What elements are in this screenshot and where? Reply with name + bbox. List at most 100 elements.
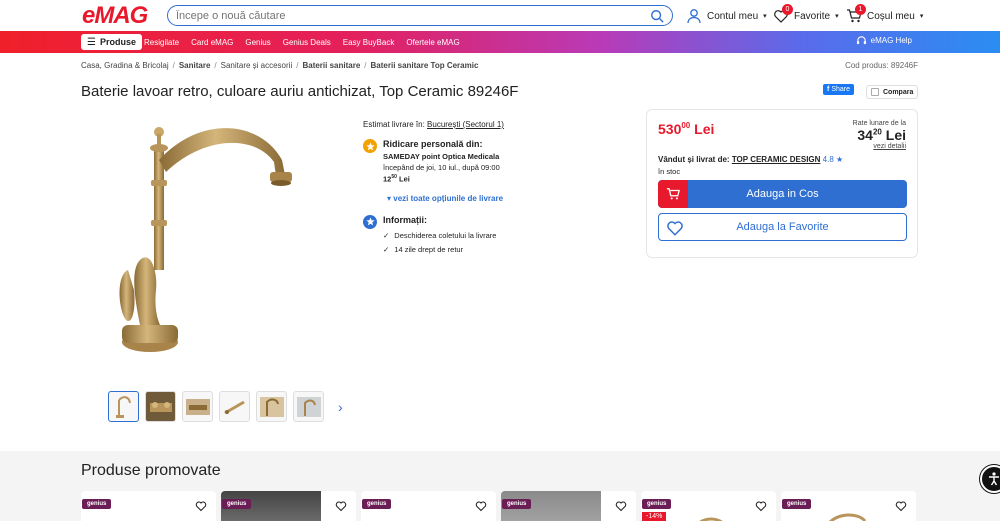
produse-menu-button[interactable]: ☰ Produse: [81, 34, 142, 50]
search-input[interactable]: [176, 9, 650, 22]
faucet-thumbnail-icon: [259, 396, 284, 417]
promoted-card[interactable]: genius: [501, 491, 636, 521]
faucet-thumbnail-icon: [296, 396, 321, 417]
delivery-options-label: vezi toate opțiunile de livrare: [393, 193, 504, 203]
category-navbar: ☰ Produse Resigilate Card eMAG Genius Ge…: [0, 31, 1000, 53]
cart-menu[interactable]: 1 Coșul meu ▾: [846, 4, 924, 24]
account-menu[interactable]: Contul meu ▾: [686, 8, 767, 24]
rate-value: 3420 Lei: [853, 127, 906, 143]
breadcrumb-separator: /: [172, 61, 175, 70]
breadcrumb-item[interactable]: Casa, Gradina & Bricolaj: [81, 61, 169, 70]
star-info-icon: [363, 214, 377, 229]
help-label: eMAG Help: [870, 36, 912, 45]
heart-icon[interactable]: [195, 500, 207, 512]
help-link[interactable]: eMAG Help: [856, 35, 912, 46]
product-main-image[interactable]: [110, 120, 320, 370]
favorites-icon-wrap: 0: [773, 4, 793, 24]
nav-link-genius-deals[interactable]: Genius Deals: [283, 38, 331, 47]
delivery-location-link[interactable]: București (Sectorul 1): [427, 120, 504, 129]
stock-status: în stoc: [658, 167, 681, 176]
rate-label: Rate lunare de la: [852, 120, 906, 127]
breadcrumb-item[interactable]: Sanitare și accesorii: [221, 61, 293, 70]
promoted-card[interactable]: genius: [221, 491, 356, 521]
promoted-card[interactable]: genius: [81, 491, 216, 521]
favorites-menu[interactable]: 0 Favorite ▾: [773, 4, 839, 24]
rate-details-link[interactable]: vezi detalii: [853, 143, 906, 150]
chevron-down-icon: ▾: [835, 13, 839, 20]
emag-logo[interactable]: eMAG: [82, 2, 148, 29]
add-to-cart-label: Adauga in Cos: [746, 188, 819, 200]
nav-link-easy-buyback[interactable]: Easy BuyBack: [343, 38, 395, 47]
nav-link-resigilate[interactable]: Resigilate: [144, 38, 179, 47]
hamburger-icon: ☰: [87, 36, 96, 48]
delivery-options-link[interactable]: ▾ vezi toate opțiunile de livrare: [387, 194, 623, 203]
compare-label: Compara: [883, 88, 914, 96]
search-bar[interactable]: [167, 5, 673, 26]
price-decimals: 00: [681, 121, 691, 130]
info-item-text: 14 zile drept de retur: [394, 244, 464, 254]
thumbnail[interactable]: [108, 391, 139, 422]
faucet-thumbnail-icon: [185, 398, 210, 415]
info-block: Informații: ✓ Deschiderea coletului la l…: [363, 214, 623, 259]
search-icon[interactable]: [650, 9, 664, 23]
promoted-card[interactable]: genius: [361, 491, 496, 521]
headset-icon: [856, 36, 866, 45]
genius-badge: genius: [782, 499, 812, 509]
price-box: 53000 Lei Rate lunare de la 3420 Lei vez…: [646, 109, 918, 258]
add-to-cart-button[interactable]: Adauga in Cos: [658, 180, 907, 208]
pickup-price-dec: 50: [391, 174, 397, 180]
cart-badge: 1: [855, 4, 866, 15]
user-icon: [687, 9, 701, 24]
image-thumbnails: ›: [108, 391, 343, 422]
price-main: 530: [658, 121, 682, 137]
thumbnail[interactable]: [293, 391, 324, 422]
add-to-favorites-label: Adauga la Favorite: [736, 221, 829, 233]
breadcrumb-item[interactable]: Baterii sanitare: [302, 61, 360, 70]
promoted-card[interactable]: genius -14%: [641, 491, 776, 521]
thumbnail[interactable]: [256, 391, 287, 422]
seller-name-link[interactable]: TOP CERAMIC DESIGN: [732, 155, 821, 164]
genius-badge: genius: [222, 499, 252, 509]
breadcrumb: Casa, Gradina & Bricolaj / Sanitare / Sani…: [81, 61, 478, 70]
thumbnail[interactable]: [182, 391, 213, 422]
cart-icon: [658, 180, 688, 208]
accessibility-icon[interactable]: [980, 465, 1000, 493]
nav-links: Resigilate Card eMAG Genius Genius Deals…: [144, 31, 460, 53]
delivery-info: Estimat livrare în: București (Sectorul …: [363, 120, 623, 267]
nav-link-card-emag[interactable]: Card eMAG: [191, 38, 233, 47]
cart-label: Coșul meu: [867, 10, 915, 22]
heart-icon[interactable]: [615, 500, 627, 512]
info-item: ✓ 14 zile drept de retur: [383, 245, 496, 254]
heart-icon[interactable]: [335, 500, 347, 512]
seller-info: Vândut și livrat de: TOP CERAMIC DESIGN …: [658, 155, 843, 164]
seller-label: Vândut și livrat de:: [658, 155, 730, 164]
info-item-text: Deschiderea coletului la livrare: [394, 230, 497, 240]
thumbnail[interactable]: [219, 391, 250, 422]
star-badge-icon: [363, 139, 377, 153]
genius-badge: genius: [642, 499, 672, 509]
heart-icon[interactable]: [755, 500, 767, 512]
seller-rating: 4.8: [822, 155, 834, 164]
thumbnail[interactable]: [145, 391, 176, 422]
heart-icon[interactable]: [475, 500, 487, 512]
facebook-share-button[interactable]: f Share: [823, 84, 855, 95]
breadcrumb-item[interactable]: Sanitare: [179, 61, 211, 70]
compare-toggle[interactable]: Compara: [866, 85, 919, 99]
installments: Rate lunare de la 3420 Lei vezi detalii: [853, 120, 906, 150]
heart-icon[interactable]: [895, 500, 907, 512]
add-to-favorites-button[interactable]: Adauga la Favorite: [658, 213, 907, 241]
promoted-card[interactable]: genius: [781, 491, 916, 521]
chevron-down-icon: ▾: [919, 13, 924, 20]
chevron-right-icon[interactable]: ›: [338, 399, 343, 415]
breadcrumb-item[interactable]: Baterii sanitare Top Ceramic: [371, 61, 479, 70]
product-price: 53000 Lei: [658, 121, 714, 137]
compare-checkbox[interactable]: [871, 88, 879, 96]
faucet-thumbnail-icon: [149, 401, 172, 412]
pickup-time: începând de joi, 10 iul., după 09:00: [383, 163, 500, 172]
cart-icon-wrap: 1: [846, 4, 866, 24]
faucet-image: [119, 127, 292, 352]
nav-link-ofertele[interactable]: Ofertele eMAG: [406, 38, 459, 47]
nav-link-genius[interactable]: Genius: [245, 38, 270, 47]
share-label: Share: [831, 86, 851, 93]
faucet-thumbnail-icon: [223, 400, 245, 414]
